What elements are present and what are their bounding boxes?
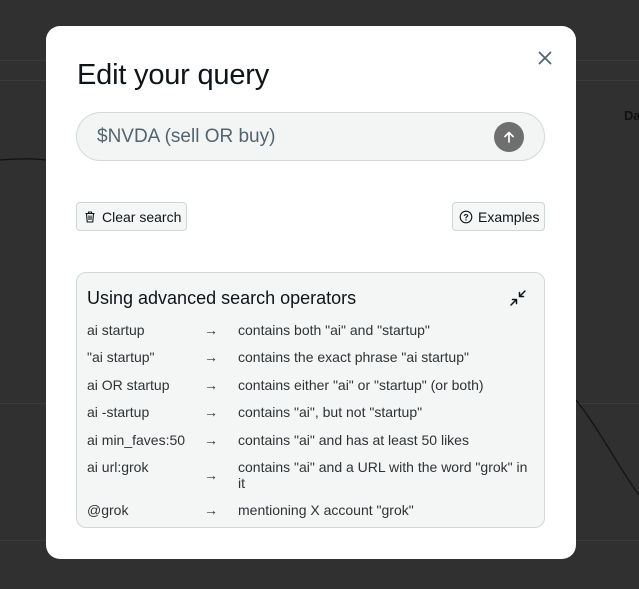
collapse-panel-button[interactable] (509, 289, 527, 307)
operator-description: contains "ai", but not "startup" (238, 404, 423, 420)
arrow-icon: → (204, 432, 218, 448)
trash-icon (83, 210, 97, 224)
operator-description: contains the exact phrase "ai startup" (238, 349, 469, 365)
examples-button[interactable]: Examples (452, 202, 545, 231)
submit-query-button[interactable] (494, 122, 524, 152)
close-button[interactable] (533, 46, 557, 70)
operator-description: contains "ai" and has at least 50 likes (238, 432, 469, 448)
operator-example: ai url:grok (87, 459, 149, 475)
close-icon (538, 51, 552, 65)
operator-description: contains either "ai" or "startup" (or bo… (238, 377, 484, 393)
clear-search-button[interactable]: Clear search (76, 202, 187, 231)
arrow-icon: → (204, 467, 218, 483)
operator-example: @grok (87, 502, 129, 518)
operator-description: mentioning X account "grok" (238, 502, 414, 518)
arrow-icon: → (204, 502, 218, 518)
operators-panel-title: Using advanced search operators (87, 288, 357, 308)
operator-example: ai -startup (87, 404, 150, 420)
arrow-icon: → (204, 322, 218, 338)
clear-search-label: Clear search (102, 208, 182, 225)
operator-example: ai OR startup (87, 377, 170, 393)
dialog-title: Edit your query (77, 59, 270, 91)
operator-example: ai min_faves:50 (87, 432, 186, 448)
advanced-operators-panel: Using advanced search operators ai start… (76, 272, 545, 528)
query-field[interactable] (76, 112, 545, 161)
operator-description: contains both "ai" and "startup" (238, 322, 430, 338)
collapse-icon (510, 290, 526, 306)
question-circle-icon (459, 210, 473, 224)
edit-query-dialog: Edit your query Clear search Examples Us… (46, 26, 576, 559)
operator-description: contains "ai" and a URL with the word "g… (238, 459, 528, 491)
background-column-label: Da (624, 108, 639, 123)
examples-label: Examples (478, 208, 540, 225)
operator-example: ai startup (87, 322, 145, 338)
arrow-icon: → (204, 377, 218, 393)
arrow-icon: → (204, 349, 218, 365)
arrow-up-icon (504, 131, 514, 143)
arrow-icon: → (204, 404, 218, 420)
query-input[interactable] (97, 125, 477, 149)
operator-example: "ai startup" (87, 349, 155, 365)
